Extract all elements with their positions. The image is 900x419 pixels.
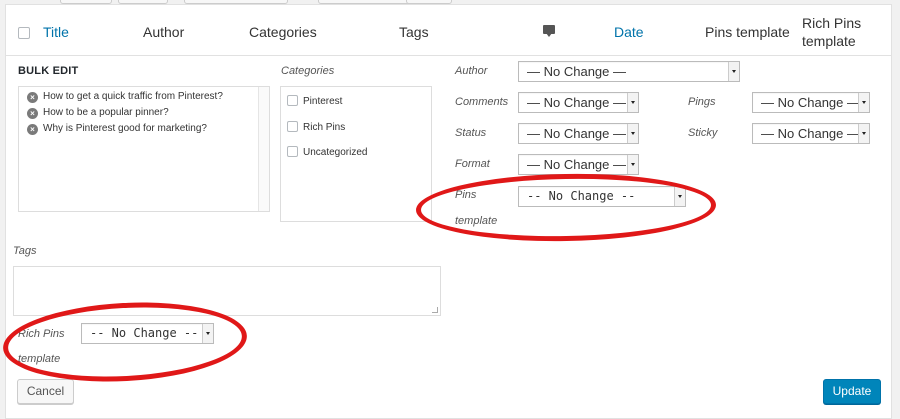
- category-checkbox[interactable]: [287, 146, 298, 157]
- comment-bubble-icon[interactable]: [543, 25, 555, 37]
- comments-label: Comments: [455, 96, 509, 108]
- category-checkbox[interactable]: [287, 121, 298, 132]
- chevron-down-icon: [858, 93, 869, 112]
- category-item-uncategorized[interactable]: Uncategorized: [287, 146, 367, 158]
- status-select-value: — No Change —: [527, 126, 626, 141]
- comments-select[interactable]: — No Change —: [518, 92, 639, 113]
- rich-pins-template-label-line1: Rich Pins: [18, 328, 65, 340]
- chevron-down-icon: [674, 187, 685, 206]
- author-select[interactable]: — No Change —: [518, 61, 740, 82]
- pins-template-select[interactable]: -- No Change --: [518, 186, 686, 207]
- pings-select-value: — No Change —: [761, 95, 860, 110]
- column-categories: Categories: [249, 24, 317, 40]
- resize-grip-icon[interactable]: [432, 307, 438, 313]
- pins-template-label-line1: Pins: [455, 189, 477, 201]
- rich-pins-template-select-value: -- No Change --: [90, 326, 199, 340]
- list-item: × How to get a quick traffic from Pintere…: [27, 91, 223, 103]
- sticky-select-value: — No Change —: [761, 126, 860, 141]
- category-label: Uncategorized: [303, 147, 368, 158]
- tags-textarea[interactable]: [13, 266, 441, 316]
- post-title: How to get a quick traffic from Pinteres…: [43, 91, 223, 102]
- chevron-down-icon: [627, 124, 638, 143]
- author-select-value: — No Change —: [527, 64, 626, 79]
- pings-select[interactable]: — No Change —: [752, 92, 870, 113]
- pins-template-label-line2: template: [455, 215, 498, 227]
- remove-circle-icon[interactable]: ×: [27, 108, 38, 119]
- format-select-value: — No Change —: [527, 157, 626, 172]
- status-select[interactable]: — No Change —: [518, 123, 639, 144]
- column-author: Author: [143, 24, 185, 40]
- chevron-down-icon: [202, 324, 213, 343]
- pins-template-select-value: -- No Change --: [527, 189, 636, 203]
- remove-circle-icon[interactable]: ×: [27, 92, 38, 103]
- post-list-scrollbar[interactable]: [258, 87, 269, 211]
- chevron-down-icon: [627, 93, 638, 112]
- status-label: Status: [455, 127, 487, 139]
- categories-checklist: Pinterest Rich Pins Uncategorized: [280, 86, 432, 222]
- bulk-edit-heading: BULK EDIT: [18, 65, 79, 77]
- chevron-down-icon: [627, 155, 638, 174]
- sticky-label: Sticky: [688, 127, 718, 139]
- sticky-select[interactable]: — No Change —: [752, 123, 870, 144]
- pings-label: Pings: [688, 96, 716, 108]
- chevron-down-icon: [858, 124, 869, 143]
- table-header: Title Author Categories Tags Date Pins t…: [6, 5, 891, 56]
- category-item-pinterest[interactable]: Pinterest: [287, 95, 342, 107]
- category-label: Rich Pins: [303, 122, 346, 133]
- column-tags: Tags: [399, 24, 429, 40]
- format-label: Format: [455, 158, 490, 170]
- column-date[interactable]: Date: [614, 24, 644, 40]
- author-label: Author: [455, 65, 488, 77]
- column-rich-pins-template-line1: Rich Pins: [802, 15, 862, 31]
- rich-pins-template-select[interactable]: -- No Change --: [81, 323, 214, 344]
- list-item: × How to be a popular pinner?: [27, 107, 169, 119]
- list-item: × Why is Pinterest good for marketing?: [27, 123, 207, 135]
- post-title: Why is Pinterest good for marketing?: [43, 123, 207, 134]
- select-all-checkbox[interactable]: [18, 27, 30, 39]
- rich-pins-template-label-line2: template: [18, 353, 61, 365]
- column-rich-pins-template-line2: template: [802, 33, 856, 49]
- tags-label: Tags: [13, 245, 37, 257]
- format-select[interactable]: — No Change —: [518, 154, 639, 175]
- remove-circle-icon[interactable]: ×: [27, 124, 38, 135]
- category-item-rich-pins[interactable]: Rich Pins: [287, 121, 345, 133]
- categories-label: Categories: [281, 65, 335, 77]
- category-checkbox[interactable]: [287, 95, 298, 106]
- bulk-edit-post-list: × How to get a quick traffic from Pintere…: [18, 86, 270, 212]
- update-button[interactable]: Update: [823, 379, 881, 404]
- post-title: How to be a popular pinner?: [43, 107, 169, 118]
- comments-select-value: — No Change —: [527, 95, 626, 110]
- column-title[interactable]: Title: [43, 24, 69, 40]
- cancel-button[interactable]: Cancel: [17, 379, 74, 404]
- column-pins-template: Pins template: [705, 24, 790, 40]
- category-label: Pinterest: [303, 96, 343, 107]
- chevron-down-icon: [728, 62, 739, 81]
